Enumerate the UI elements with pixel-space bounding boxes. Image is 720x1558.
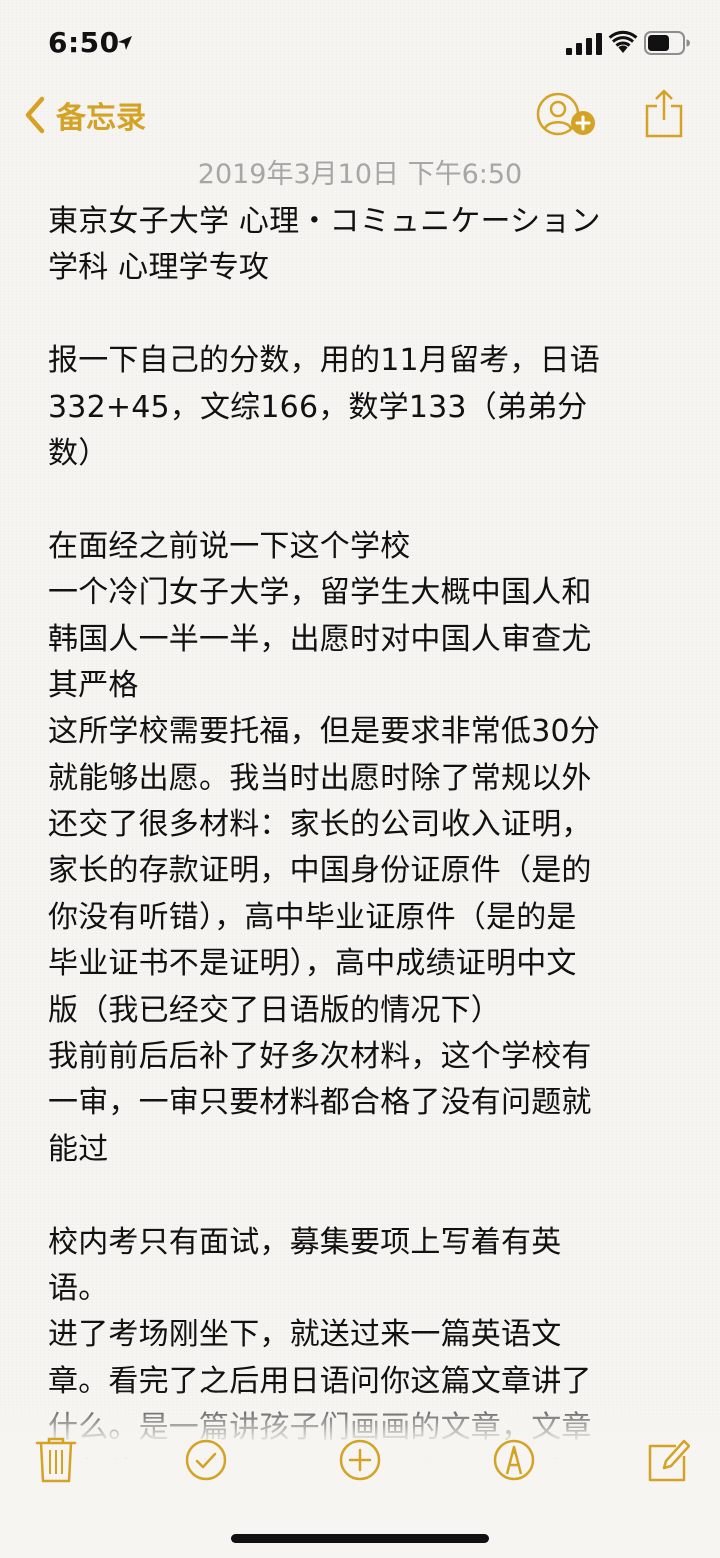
note-line: 韩国人一半一半，出愿时对中国人审查尤 [48, 621, 592, 657]
note-line: 一个冷门女子大学，留学生大概中国人和 [48, 575, 592, 611]
home-indicator [231, 1534, 489, 1543]
note-date: 2019年3月10日 下午6:50 [197, 159, 523, 190]
note-body[interactable]: 東京女子大学 心理・コミュニケーション 学科 心理学专攻报一下自己的分数，用的11… [48, 199, 670, 1459]
note-line: 版（我已经交了日语版的情况下） [48, 992, 501, 1028]
note-line: 语。 [48, 1270, 109, 1306]
note-line: 一审，一审只要材料都合格了没有问题就 [48, 1085, 592, 1121]
note-line: 家长的存款证明，中国身份证原件（是的 [48, 853, 592, 889]
note-blank-line [48, 1173, 670, 1219]
note-blank-line [48, 292, 670, 338]
markup-pen-icon[interactable] [492, 1436, 536, 1484]
note-line: 能过 [48, 1131, 109, 1167]
note-line: 这所学校需要托福，但是要求非常低30分 [48, 714, 600, 750]
wifi-icon [608, 30, 638, 53]
note-line: 进了考场刚坐下，就送过来一篇英语文 [48, 1317, 562, 1353]
status-time: 6:50 [48, 26, 120, 59]
note-line: 332+45，文综166，数学133（弟弟分 [48, 389, 588, 425]
note-line: 学科 心理学专攻 [48, 250, 270, 286]
back-button-label: 备忘录 [56, 101, 146, 136]
battery-icon [644, 31, 690, 55]
note-line: 章。看完了之后用日语问你这篇文章讲了 [48, 1363, 592, 1399]
chevron-left-icon [25, 96, 45, 134]
note-line: 数） [48, 435, 109, 471]
note-blank-line [48, 477, 670, 523]
note-line: 你没有听错），高中毕业证原件（是的是 [48, 899, 577, 935]
trash-icon[interactable] [34, 1436, 78, 1484]
status-bar: 6:50 [0, 0, 720, 88]
back-button[interactable]: 备忘录 [22, 90, 146, 140]
note-line: 就能够出愿。我当时出愿时除了常规以外 [48, 760, 592, 796]
note-line: 毕业证书不是证明），高中成绩证明中文 [48, 946, 577, 982]
add-person-icon[interactable] [536, 92, 598, 138]
share-icon[interactable] [644, 88, 684, 138]
note-line: 東京女子大学 心理・コミュニケーション [48, 204, 601, 239]
plus-circle-icon[interactable] [338, 1436, 382, 1484]
checklist-icon[interactable] [184, 1436, 228, 1484]
note-line: 在面经之前说一下这个学校 [48, 528, 411, 564]
note-line: 还交了很多材料：家长的公司收入证明， [48, 807, 592, 843]
location-arrow-icon [118, 36, 132, 50]
note-line: 我前前后后补了好多次材料，这个学校有 [48, 1039, 592, 1075]
compose-icon[interactable] [646, 1436, 690, 1484]
note-line: 报一下自己的分数，用的11月留考，日语 [48, 343, 600, 379]
note-line: 校内考只有面试，募集要项上写着有英 [48, 1224, 562, 1260]
cellular-signal-icon [566, 33, 602, 55]
note-line: 其严格 [48, 667, 139, 703]
